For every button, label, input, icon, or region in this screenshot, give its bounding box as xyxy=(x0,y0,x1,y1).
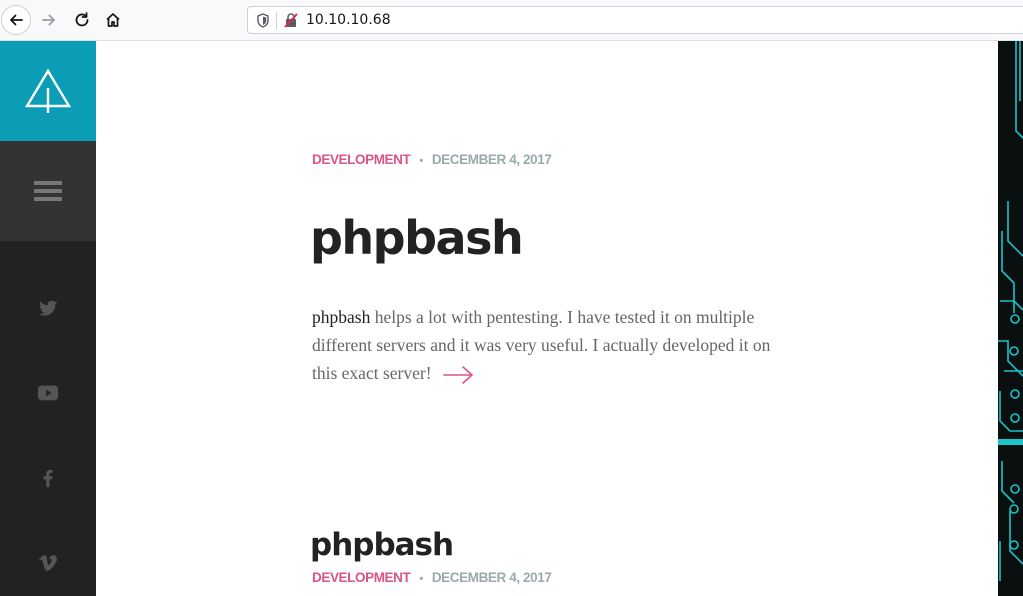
post-title[interactable]: phpbash xyxy=(310,211,524,265)
excerpt-body: helps a lot with pentesting. I have test… xyxy=(312,307,771,383)
twitter-icon xyxy=(38,300,58,316)
vimeo-link[interactable] xyxy=(0,543,96,583)
post-meta: DEVELOPMENT • DECEMBER 4, 2017 xyxy=(312,152,552,167)
insecure-lock-icon[interactable] xyxy=(283,12,299,29)
urlbar-separator xyxy=(276,12,277,29)
circuit-background-art xyxy=(998,41,1023,596)
site-logo[interactable] xyxy=(0,41,96,141)
excerpt-lead: phpbash xyxy=(312,307,371,327)
reload-button[interactable] xyxy=(67,5,97,35)
address-bar[interactable]: 10.10.10.68 xyxy=(247,6,1023,34)
post-date-2[interactable]: DECEMBER 4, 2017 xyxy=(432,570,552,585)
youtube-icon xyxy=(37,385,59,401)
back-icon xyxy=(10,14,23,26)
forward-button[interactable] xyxy=(34,5,64,35)
category-link[interactable]: DEVELOPMENT xyxy=(312,152,411,167)
blog-content: DEVELOPMENT • DECEMBER 4, 2017 phpbash php… xyxy=(96,41,998,596)
menu-toggle[interactable] xyxy=(0,141,96,241)
circuit-pattern xyxy=(998,41,1023,581)
browser-toolbar: 10.10.10.68 xyxy=(0,0,1023,41)
back-button[interactable] xyxy=(1,5,31,35)
url-text[interactable]: 10.10.10.68 xyxy=(306,12,391,28)
meta-separator: • xyxy=(419,155,423,167)
youtube-link[interactable] xyxy=(0,373,96,413)
arrow-right-icon[interactable] xyxy=(442,364,476,386)
sidebar xyxy=(0,41,96,596)
facebook-icon xyxy=(43,469,53,488)
twitter-link[interactable] xyxy=(0,288,96,328)
facebook-link[interactable] xyxy=(0,458,96,498)
home-icon xyxy=(106,13,120,27)
home-button[interactable] xyxy=(98,5,128,35)
tracking-shield-icon[interactable] xyxy=(256,13,270,28)
category-link-2[interactable]: DEVELOPMENT xyxy=(312,570,411,585)
post-excerpt: phpbash helps a lot with pentesting. I h… xyxy=(312,303,792,387)
vimeo-icon xyxy=(39,555,58,571)
reload-icon xyxy=(75,12,89,27)
post-meta-2: DEVELOPMENT • DECEMBER 4, 2017 xyxy=(312,570,552,585)
tree-logo-icon xyxy=(24,68,72,113)
hamburger-menu-icon xyxy=(34,181,62,201)
meta-separator-2: • xyxy=(419,573,423,585)
forward-icon xyxy=(42,14,55,26)
post-title-2[interactable]: phpbash xyxy=(310,527,454,563)
post-date[interactable]: DECEMBER 4, 2017 xyxy=(432,152,552,167)
